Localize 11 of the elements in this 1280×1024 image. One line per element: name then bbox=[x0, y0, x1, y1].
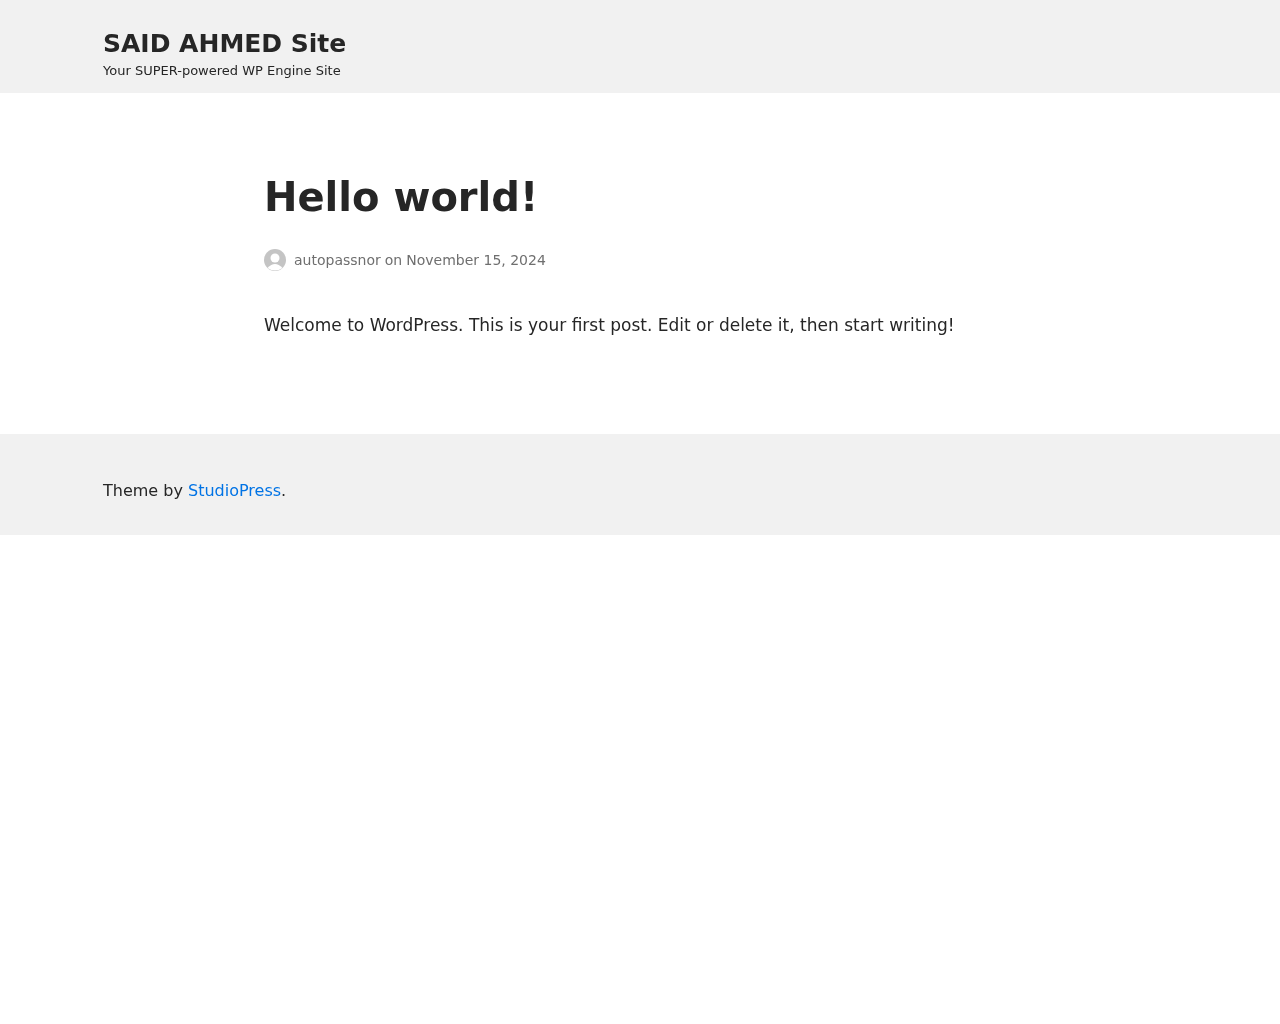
post-title: Hello world! bbox=[264, 173, 540, 221]
meta-text: on bbox=[384, 250, 403, 270]
post-author[interactable]: autopassnor bbox=[294, 249, 381, 271]
site-title[interactable]: SAID AHMED Site bbox=[103, 30, 1280, 58]
site-tagline: Your SUPER-powered WP Engine Site bbox=[103, 61, 342, 80]
post-content: Welcome to WordPress. This is your first post. Edit or delete it, then start writing! bbox=[264, 314, 956, 337]
studiopress-link[interactable]: StudioPress bbox=[188, 481, 282, 500]
footer-text: . bbox=[281, 481, 287, 500]
post-date[interactable]: November 15, 2024 bbox=[406, 249, 546, 271]
footer-text: Theme by bbox=[103, 481, 183, 500]
avatar-icon bbox=[264, 249, 286, 271]
